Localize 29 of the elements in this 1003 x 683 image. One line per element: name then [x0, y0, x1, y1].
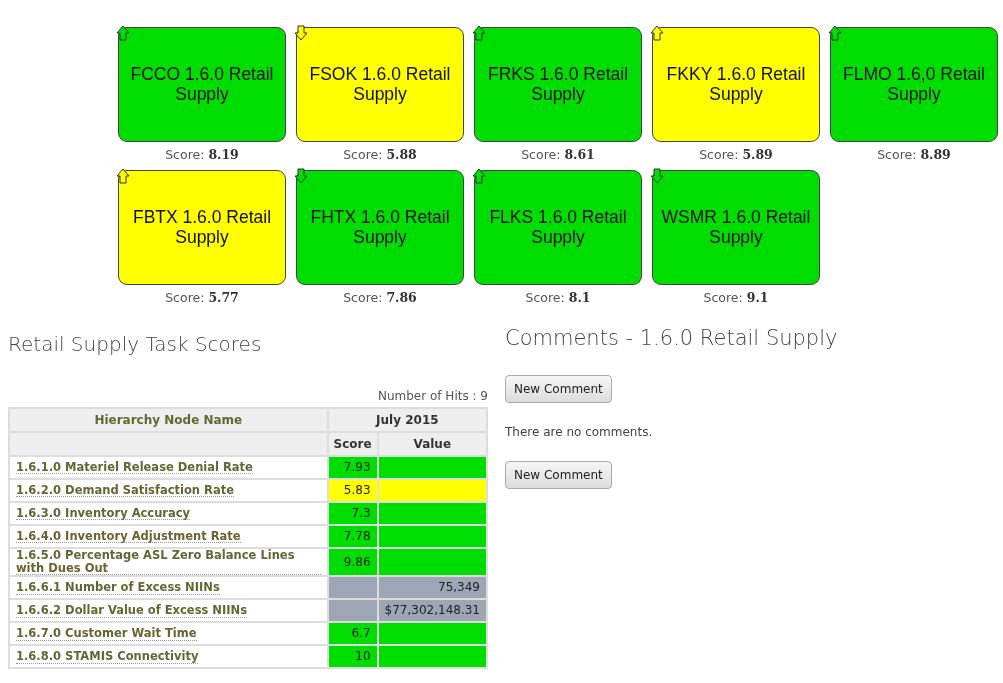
score-text: Score: 5.88: [343, 146, 417, 164]
scorecard-tile[interactable]: FHTX 1.6.0 Retail Supply: [296, 170, 464, 285]
score-text: Score: 8.89: [877, 146, 951, 164]
column-header: July 2015: [327, 408, 487, 432]
scorecard-tile[interactable]: FLMO 1.6,0 Retail Supply: [830, 27, 998, 142]
scorecard-tile[interactable]: WSMR 1.6.0 Retail Supply: [652, 170, 820, 285]
value-cell: $77,302,148.31: [377, 599, 487, 623]
new-comment-button[interactable]: New Comment: [505, 374, 612, 403]
score-text: Score: 8.1: [525, 289, 591, 307]
hits-count: Number of Hits : 9: [376, 388, 488, 405]
score-text: Score: 5.77: [165, 289, 239, 307]
scorecard-tile[interactable]: FKKY 1.6.0 Retail Supply: [652, 27, 820, 142]
column-header: Value: [377, 432, 487, 456]
score-text: Score: 8.19: [165, 146, 239, 164]
score-text: Score: 5.89: [699, 146, 773, 164]
score-text: Score: 7.86: [343, 289, 417, 307]
scorecard-tile[interactable]: FBTX 1.6.0 Retail Supply: [118, 170, 286, 285]
scorecard-tile[interactable]: FLKS 1.6.0 Retail Supply: [474, 170, 642, 285]
scorecard-tile[interactable]: FSOK 1.6.0 Retail Supply: [296, 27, 464, 142]
value-cell: 75,349: [377, 576, 487, 600]
empty-message: There are no comments.: [505, 423, 654, 441]
new-comment-button[interactable]: New Comment: [505, 460, 612, 489]
scorecard-tile[interactable]: FCCO 1.6.0 Retail Supply: [118, 27, 286, 142]
column-header: Hierarchy Node Name: [9, 408, 328, 432]
section-title: Retail Supply Task Scores: [8, 331, 263, 358]
score-text: Score: 8.61: [521, 146, 595, 164]
scorecard-tile[interactable]: FRKS 1.6.0 Retail Supply: [474, 27, 642, 142]
section-title: Comments - 1.6.0 Retail Supply: [505, 325, 838, 352]
score-text: Score: 9.1: [703, 289, 769, 307]
